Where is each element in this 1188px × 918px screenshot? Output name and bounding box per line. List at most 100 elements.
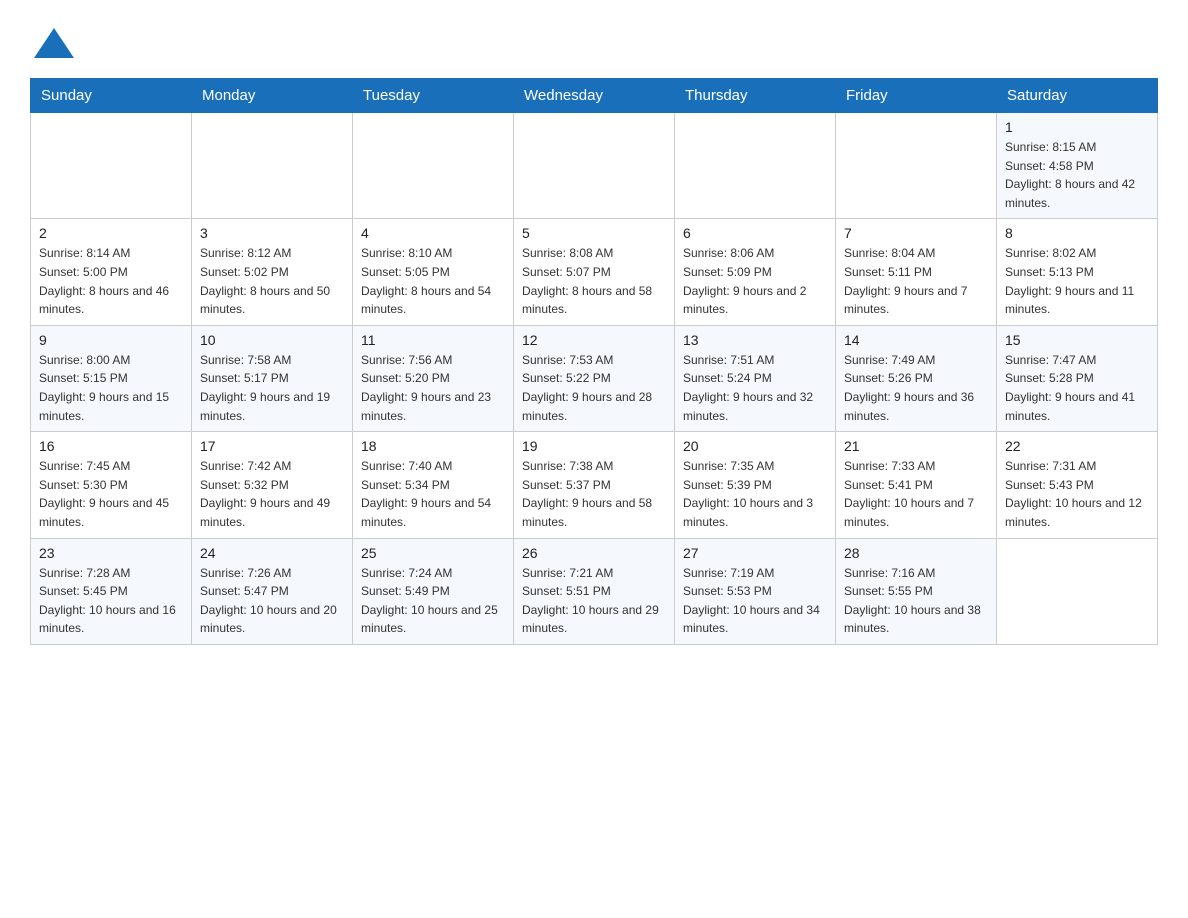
day-info: Sunrise: 7:35 AMSunset: 5:39 PMDaylight:… bbox=[683, 457, 827, 531]
calendar-cell: 19Sunrise: 7:38 AMSunset: 5:37 PMDayligh… bbox=[514, 432, 675, 538]
day-of-week-header: Thursday bbox=[675, 79, 836, 113]
calendar-cell: 20 Sunrise: 7:35 AMSunset: 5:39 PMDayligh… bbox=[675, 432, 836, 538]
calendar-cell bbox=[514, 113, 675, 219]
day-number: 2 bbox=[39, 225, 183, 241]
day-info: Sunrise: 7:56 AMSunset: 5:20 PMDaylight:… bbox=[361, 351, 505, 425]
calendar-cell bbox=[353, 113, 514, 219]
calendar-cell: 8 Sunrise: 8:02 AMSunset: 5:13 PMDaylight… bbox=[997, 219, 1158, 325]
calendar-week-row: 16 Sunrise: 7:45 AMSunset: 5:30 PMDayligh… bbox=[31, 432, 1158, 538]
calendar-cell: 27 Sunrise: 7:19 AMSunset: 5:53 PMDayligh… bbox=[675, 538, 836, 644]
calendar-week-row: 2 Sunrise: 8:14 AMSunset: 5:00 PMDaylight… bbox=[31, 219, 1158, 325]
day-info: Sunrise: 8:08 AMSunset: 5:07 PMDaylight:… bbox=[522, 244, 666, 318]
calendar-cell: 18Sunrise: 7:40 AMSunset: 5:34 PMDayligh… bbox=[353, 432, 514, 538]
day-number: 27 bbox=[683, 545, 827, 561]
calendar-week-row: 9 Sunrise: 8:00 AMSunset: 5:15 PMDaylight… bbox=[31, 325, 1158, 431]
calendar-cell: 1 Sunrise: 8:15 AMSunset: 4:58 PMDaylight… bbox=[997, 113, 1158, 219]
day-of-week-header: Wednesday bbox=[514, 79, 675, 113]
day-number: 10 bbox=[200, 332, 344, 348]
calendar-cell: 5 Sunrise: 8:08 AMSunset: 5:07 PMDaylight… bbox=[514, 219, 675, 325]
day-info: Sunrise: 7:45 AMSunset: 5:30 PMDaylight:… bbox=[39, 457, 183, 531]
day-info: Sunrise: 8:14 AMSunset: 5:00 PMDaylight:… bbox=[39, 244, 183, 318]
day-number: 23 bbox=[39, 545, 183, 561]
day-info: Sunrise: 8:10 AMSunset: 5:05 PMDaylight:… bbox=[361, 244, 505, 318]
day-number: 16 bbox=[39, 438, 183, 454]
day-info: Sunrise: 7:26 AMSunset: 5:47 PMDaylight:… bbox=[200, 564, 344, 638]
day-number: 12 bbox=[522, 332, 666, 348]
calendar-cell: 12 Sunrise: 7:53 AMSunset: 5:22 PMDayligh… bbox=[514, 325, 675, 431]
day-number: 14 bbox=[844, 332, 988, 348]
day-info: Sunrise: 7:16 AMSunset: 5:55 PMDaylight:… bbox=[844, 564, 988, 638]
day-of-week-header: Saturday bbox=[997, 79, 1158, 113]
calendar-cell: 21 Sunrise: 7:33 AMSunset: 5:41 PMDayligh… bbox=[836, 432, 997, 538]
day-number: 25 bbox=[361, 545, 505, 561]
calendar-cell: 6 Sunrise: 8:06 AMSunset: 5:09 PMDaylight… bbox=[675, 219, 836, 325]
day-number: 7 bbox=[844, 225, 988, 241]
day-info: Sunrise: 8:06 AMSunset: 5:09 PMDaylight:… bbox=[683, 244, 827, 318]
day-info: Sunrise: 7:19 AMSunset: 5:53 PMDaylight:… bbox=[683, 564, 827, 638]
day-info: Sunrise: 7:42 AMSunset: 5:32 PMDaylight:… bbox=[200, 457, 344, 531]
day-number: 24 bbox=[200, 545, 344, 561]
day-info: Sunrise: 7:24 AMSunset: 5:49 PMDaylight:… bbox=[361, 564, 505, 638]
day-of-week-header: Sunday bbox=[31, 79, 192, 113]
calendar-cell bbox=[192, 113, 353, 219]
day-info: Sunrise: 8:12 AMSunset: 5:02 PMDaylight:… bbox=[200, 244, 344, 318]
calendar-cell: 15 Sunrise: 7:47 AMSunset: 5:28 PMDayligh… bbox=[997, 325, 1158, 431]
calendar-cell: 24 Sunrise: 7:26 AMSunset: 5:47 PMDayligh… bbox=[192, 538, 353, 644]
day-info: Sunrise: 8:02 AMSunset: 5:13 PMDaylight:… bbox=[1005, 244, 1149, 318]
calendar-cell: 10Sunrise: 7:58 AMSunset: 5:17 PMDayligh… bbox=[192, 325, 353, 431]
day-info: Sunrise: 7:33 AMSunset: 5:41 PMDaylight:… bbox=[844, 457, 988, 531]
logo-triangle-icon bbox=[30, 20, 78, 68]
day-number: 4 bbox=[361, 225, 505, 241]
logo bbox=[30, 20, 78, 68]
day-number: 26 bbox=[522, 545, 666, 561]
day-info: Sunrise: 7:53 AMSunset: 5:22 PMDaylight:… bbox=[522, 351, 666, 425]
calendar-cell: 23 Sunrise: 7:28 AMSunset: 5:45 PMDayligh… bbox=[31, 538, 192, 644]
calendar-header-row: SundayMondayTuesdayWednesdayThursdayFrid… bbox=[31, 79, 1158, 113]
calendar-cell: 2 Sunrise: 8:14 AMSunset: 5:00 PMDaylight… bbox=[31, 219, 192, 325]
day-info: Sunrise: 7:21 AMSunset: 5:51 PMDaylight:… bbox=[522, 564, 666, 638]
calendar-cell: 14 Sunrise: 7:49 AMSunset: 5:26 PMDayligh… bbox=[836, 325, 997, 431]
day-number: 8 bbox=[1005, 225, 1149, 241]
calendar-cell: 7Sunrise: 8:04 AMSunset: 5:11 PMDaylight… bbox=[836, 219, 997, 325]
day-info: Sunrise: 7:28 AMSunset: 5:45 PMDaylight:… bbox=[39, 564, 183, 638]
day-of-week-header: Tuesday bbox=[353, 79, 514, 113]
day-number: 5 bbox=[522, 225, 666, 241]
calendar-cell: 26 Sunrise: 7:21 AMSunset: 5:51 PMDayligh… bbox=[514, 538, 675, 644]
day-number: 11 bbox=[361, 332, 505, 348]
day-number: 19 bbox=[522, 438, 666, 454]
day-number: 20 bbox=[683, 438, 827, 454]
day-number: 22 bbox=[1005, 438, 1149, 454]
calendar-cell: 11 Sunrise: 7:56 AMSunset: 5:20 PMDayligh… bbox=[353, 325, 514, 431]
day-info: Sunrise: 7:40 AMSunset: 5:34 PMDaylight:… bbox=[361, 457, 505, 531]
calendar-cell bbox=[997, 538, 1158, 644]
day-number: 1 bbox=[1005, 119, 1149, 135]
day-number: 15 bbox=[1005, 332, 1149, 348]
calendar-cell: 9 Sunrise: 8:00 AMSunset: 5:15 PMDaylight… bbox=[31, 325, 192, 431]
day-number: 3 bbox=[200, 225, 344, 241]
calendar-table: SundayMondayTuesdayWednesdayThursdayFrid… bbox=[30, 78, 1158, 645]
calendar-cell bbox=[675, 113, 836, 219]
day-info: Sunrise: 7:49 AMSunset: 5:26 PMDaylight:… bbox=[844, 351, 988, 425]
day-number: 6 bbox=[683, 225, 827, 241]
day-number: 13 bbox=[683, 332, 827, 348]
day-info: Sunrise: 7:47 AMSunset: 5:28 PMDaylight:… bbox=[1005, 351, 1149, 425]
day-info: Sunrise: 7:31 AMSunset: 5:43 PMDaylight:… bbox=[1005, 457, 1149, 531]
day-info: Sunrise: 8:15 AMSunset: 4:58 PMDaylight:… bbox=[1005, 138, 1149, 212]
calendar-week-row: 23 Sunrise: 7:28 AMSunset: 5:45 PMDayligh… bbox=[31, 538, 1158, 644]
page-header bbox=[30, 20, 1158, 68]
calendar-week-row: 1 Sunrise: 8:15 AMSunset: 4:58 PMDaylight… bbox=[31, 113, 1158, 219]
calendar-cell: 17 Sunrise: 7:42 AMSunset: 5:32 PMDayligh… bbox=[192, 432, 353, 538]
calendar-cell: 4 Sunrise: 8:10 AMSunset: 5:05 PMDaylight… bbox=[353, 219, 514, 325]
calendar-cell: 3 Sunrise: 8:12 AMSunset: 5:02 PMDaylight… bbox=[192, 219, 353, 325]
calendar-cell: 16 Sunrise: 7:45 AMSunset: 5:30 PMDayligh… bbox=[31, 432, 192, 538]
day-number: 17 bbox=[200, 438, 344, 454]
calendar-cell: 22 Sunrise: 7:31 AMSunset: 5:43 PMDayligh… bbox=[997, 432, 1158, 538]
day-info: Sunrise: 7:51 AMSunset: 5:24 PMDaylight:… bbox=[683, 351, 827, 425]
day-of-week-header: Friday bbox=[836, 79, 997, 113]
day-of-week-header: Monday bbox=[192, 79, 353, 113]
day-number: 9 bbox=[39, 332, 183, 348]
calendar-cell: 28 Sunrise: 7:16 AMSunset: 5:55 PMDayligh… bbox=[836, 538, 997, 644]
day-info: Sunrise: 8:00 AMSunset: 5:15 PMDaylight:… bbox=[39, 351, 183, 425]
day-number: 21 bbox=[844, 438, 988, 454]
day-number: 28 bbox=[844, 545, 988, 561]
